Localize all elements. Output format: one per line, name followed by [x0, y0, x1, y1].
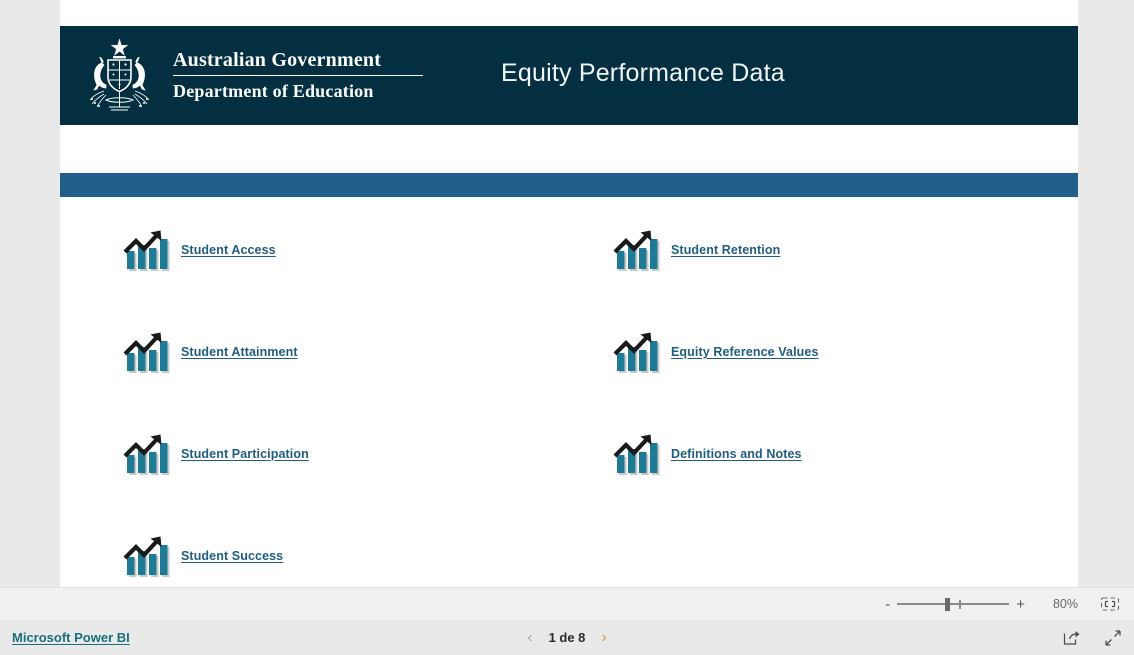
page-navigator: ‹ 1 de 8 ›	[0, 629, 1134, 646]
zoom-slider-thumb[interactable]	[945, 598, 951, 611]
zoom-toolbar: - + 80%	[0, 587, 1134, 620]
zoom-slider-notch	[959, 600, 961, 609]
government-lockup: Australian Government Department of Educ…	[173, 48, 433, 102]
nav-link-student-success[interactable]: Student Success	[122, 530, 283, 582]
page-title: Equity Performance Data	[501, 59, 785, 87]
nav-link-label: Student Attainment	[181, 345, 298, 359]
bar-chart-growth-icon	[122, 228, 171, 272]
bar-chart-growth-icon	[122, 432, 171, 476]
australian-coat-of-arms-icon	[82, 37, 157, 115]
page-indicator: 1 de 8	[548, 630, 586, 645]
fit-to-page-icon[interactable]	[1100, 596, 1120, 612]
nav-link-label: Student Success	[181, 549, 284, 563]
navigation-link-grid: Student Access Student Retention Student…	[60, 210, 1078, 587]
accent-bar	[60, 173, 1078, 197]
government-line1: Australian Government	[173, 49, 382, 71]
zoom-out-button[interactable]: -	[878, 597, 897, 612]
nav-link-student-attainment[interactable]: Student Attainment	[122, 326, 298, 378]
zoom-slider-rail	[897, 603, 1010, 605]
status-bar: Microsoft Power BI ‹ 1 de 8 ›	[0, 620, 1134, 655]
nav-link-student-access[interactable]: Student Access	[122, 224, 276, 276]
lockup-divider	[173, 75, 423, 76]
bar-chart-growth-icon	[122, 330, 171, 374]
nav-link-label: Definitions and Notes	[671, 447, 802, 461]
nav-link-label: Equity Reference Values	[671, 345, 819, 359]
nav-link-label: Student Retention	[671, 243, 781, 257]
zoom-in-button[interactable]: +	[1009, 597, 1032, 612]
nav-link-definitions-and-notes[interactable]: Definitions and Notes	[612, 428, 802, 480]
nav-link-label: Student Participation	[181, 447, 309, 461]
chevron-right-icon[interactable]: ›	[601, 629, 606, 646]
zoom-slider[interactable]	[897, 597, 1010, 611]
share-icon[interactable]	[1062, 629, 1080, 647]
government-line2: Department of Education	[173, 81, 374, 101]
report-banner: Australian Government Department of Educ…	[60, 26, 1078, 125]
bar-chart-growth-icon	[612, 432, 661, 476]
nav-link-student-retention[interactable]: Student Retention	[612, 224, 780, 276]
bar-chart-growth-icon	[612, 330, 661, 374]
chevron-left-icon[interactable]: ‹	[527, 629, 532, 646]
nav-link-label: Student Access	[181, 243, 276, 257]
zoom-percent-label: 80%	[1052, 597, 1078, 611]
nav-link-student-participation[interactable]: Student Participation	[122, 428, 309, 480]
bar-chart-growth-icon	[122, 534, 171, 578]
status-actions	[1062, 629, 1122, 647]
report-canvas: Australian Government Department of Educ…	[60, 0, 1078, 587]
bar-chart-growth-icon	[612, 228, 661, 272]
fullscreen-icon[interactable]	[1104, 629, 1122, 647]
nav-link-equity-reference-values[interactable]: Equity Reference Values	[612, 326, 819, 378]
